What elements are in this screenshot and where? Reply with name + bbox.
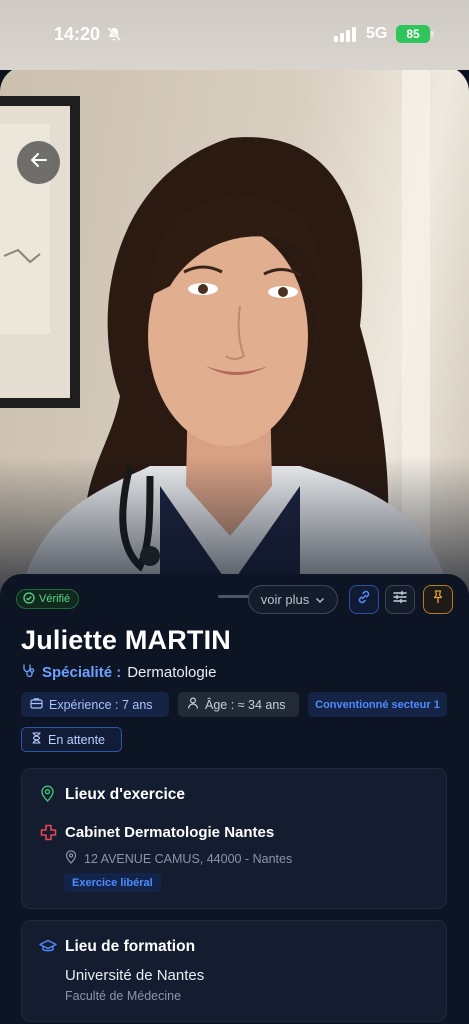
battery-icon: 85: [396, 25, 430, 43]
status-time: 14:20: [54, 24, 101, 44]
exercise-type-badge: Exercice libéral: [64, 873, 161, 892]
cabinet-address: 12 AVENUE CAMUS, 44000 - Nantes: [65, 850, 292, 867]
status-bar: 14:20 5G 85: [0, 0, 469, 70]
verified-badge: Vérifié: [16, 589, 80, 609]
link-icon: [356, 589, 372, 610]
specialty-row: Spécialité : Dermatologie: [21, 663, 216, 682]
person-icon: [187, 697, 199, 712]
age-chip: Âge : ≈ 34 ans: [178, 692, 299, 717]
medical-cross-icon: [40, 824, 57, 846]
pin-icon: [430, 589, 446, 610]
map-pin-icon: [40, 785, 55, 807]
sliders-icon: [392, 589, 408, 610]
exercise-type-label: Exercice libéral: [72, 876, 153, 889]
university-name: Université de Nantes: [65, 967, 205, 984]
profile-photo: [0, 66, 469, 596]
verified-label: Vérifié: [39, 593, 71, 605]
network-label: 5G: [366, 25, 388, 42]
link-button[interactable]: [349, 585, 379, 614]
experience-label: Expérience : 7 ans: [49, 697, 153, 712]
briefcase-icon: [30, 697, 43, 712]
graduation-cap-icon: [39, 939, 57, 959]
status-badge: En attente: [21, 727, 122, 752]
status-label: En attente: [48, 732, 105, 747]
voir-plus-label: voir plus: [260, 592, 310, 607]
specialty-label: Spécialité :: [42, 664, 122, 681]
address-pin-icon: [65, 850, 77, 867]
pin-button[interactable]: [423, 585, 453, 614]
convention-label: Conventionné secteur 1: [315, 698, 440, 711]
specialty-value: Dermatologie: [127, 664, 217, 681]
lieu-formation-panel: Lieu de formation Université de Nantes F…: [21, 920, 447, 1022]
battery-tip: [431, 31, 434, 37]
profile-card: Vérifié voir plus Juliette MARTIN Spécia…: [0, 574, 469, 1024]
lieux-title: Lieux d'exercice: [65, 786, 186, 803]
doctor-name: Juliette MARTIN: [21, 625, 232, 655]
convention-chip: Conventionné secteur 1: [308, 692, 447, 717]
address-text: 12 AVENUE CAMUS, 44000 - Nantes: [84, 851, 293, 866]
age-label: Âge : ≈ 34 ans: [205, 697, 286, 712]
chevron-down-icon: [315, 592, 325, 607]
collapse-handle[interactable]: [218, 595, 252, 598]
lieux-exercice-panel: Lieux d'exercice Cabinet Dermatologie Na…: [21, 768, 447, 909]
voir-plus-button[interactable]: voir plus: [248, 585, 338, 614]
hourglass-icon: [31, 732, 42, 747]
cabinet-name[interactable]: Cabinet Dermatologie Nantes: [65, 824, 274, 841]
check-circle-icon: [23, 591, 35, 607]
faculty-name: Faculté de Médecine: [65, 989, 182, 1003]
signal-icon: [334, 27, 356, 42]
back-button[interactable]: [17, 141, 60, 184]
experience-chip: Expérience : 7 ans: [21, 692, 169, 717]
arrow-left-icon: [30, 151, 48, 174]
bell-muted-icon: [106, 26, 122, 47]
stethoscope-icon: [21, 663, 36, 682]
filters-button[interactable]: [385, 585, 415, 614]
formation-title: Lieu de formation: [65, 938, 196, 955]
